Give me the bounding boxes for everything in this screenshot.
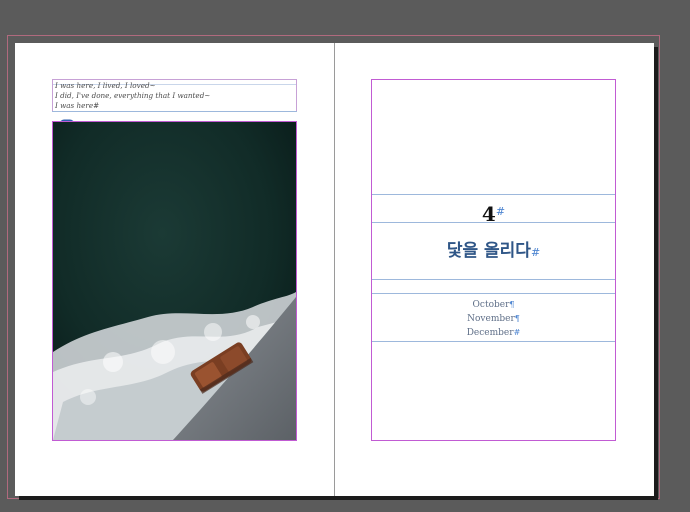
- pilcrow-mark: ¶: [509, 300, 515, 309]
- poem-line-3: I was here#: [55, 101, 100, 110]
- row-guide: [372, 341, 615, 342]
- pasteboard: I was here, I lived, I loved~ I did, I'v…: [0, 0, 690, 512]
- end-of-story-mark: #: [495, 205, 506, 218]
- list-item: December#: [372, 326, 615, 340]
- chapter-title-text: 닻을 올리다: [446, 241, 531, 261]
- poem-line-1: I was here, I lived, I loved~: [55, 81, 156, 90]
- poem-text-frame[interactable]: I was here, I lived, I loved~ I did, I'v…: [52, 79, 297, 112]
- ocean-wake-photo: [53, 122, 296, 440]
- page-spread: I was here, I lived, I loved~ I did, I'v…: [15, 43, 654, 496]
- pilcrow-mark: ¶: [514, 314, 520, 323]
- month-label: October: [472, 300, 510, 310]
- chapter-opener-frame[interactable]: 4# 닻을 올리다# October¶ November¶ December#: [371, 79, 616, 441]
- row-guide: [52, 111, 297, 112]
- chapter-number[interactable]: 4#: [372, 200, 615, 226]
- row-guide: [372, 194, 615, 195]
- end-of-story-mark: #: [530, 246, 541, 259]
- photo-frame[interactable]: [52, 121, 297, 441]
- months-list[interactable]: October¶ November¶ December#: [372, 298, 615, 340]
- poem-line-2: I did, I've done, everything that I want…: [55, 91, 211, 100]
- list-item: November¶: [372, 312, 615, 326]
- chapter-title[interactable]: 닻을 올리다#: [372, 240, 615, 264]
- chapter-number-text: 4: [481, 202, 496, 226]
- list-item: October¶: [372, 298, 615, 312]
- row-guide: [372, 293, 615, 294]
- spread-spine: [334, 43, 335, 496]
- month-label: December: [466, 328, 514, 338]
- row-guide: [372, 279, 615, 280]
- poem-text[interactable]: I was here, I lived, I loved~ I did, I'v…: [55, 81, 210, 111]
- end-of-story-mark: #: [513, 328, 521, 337]
- month-label: November: [467, 314, 515, 324]
